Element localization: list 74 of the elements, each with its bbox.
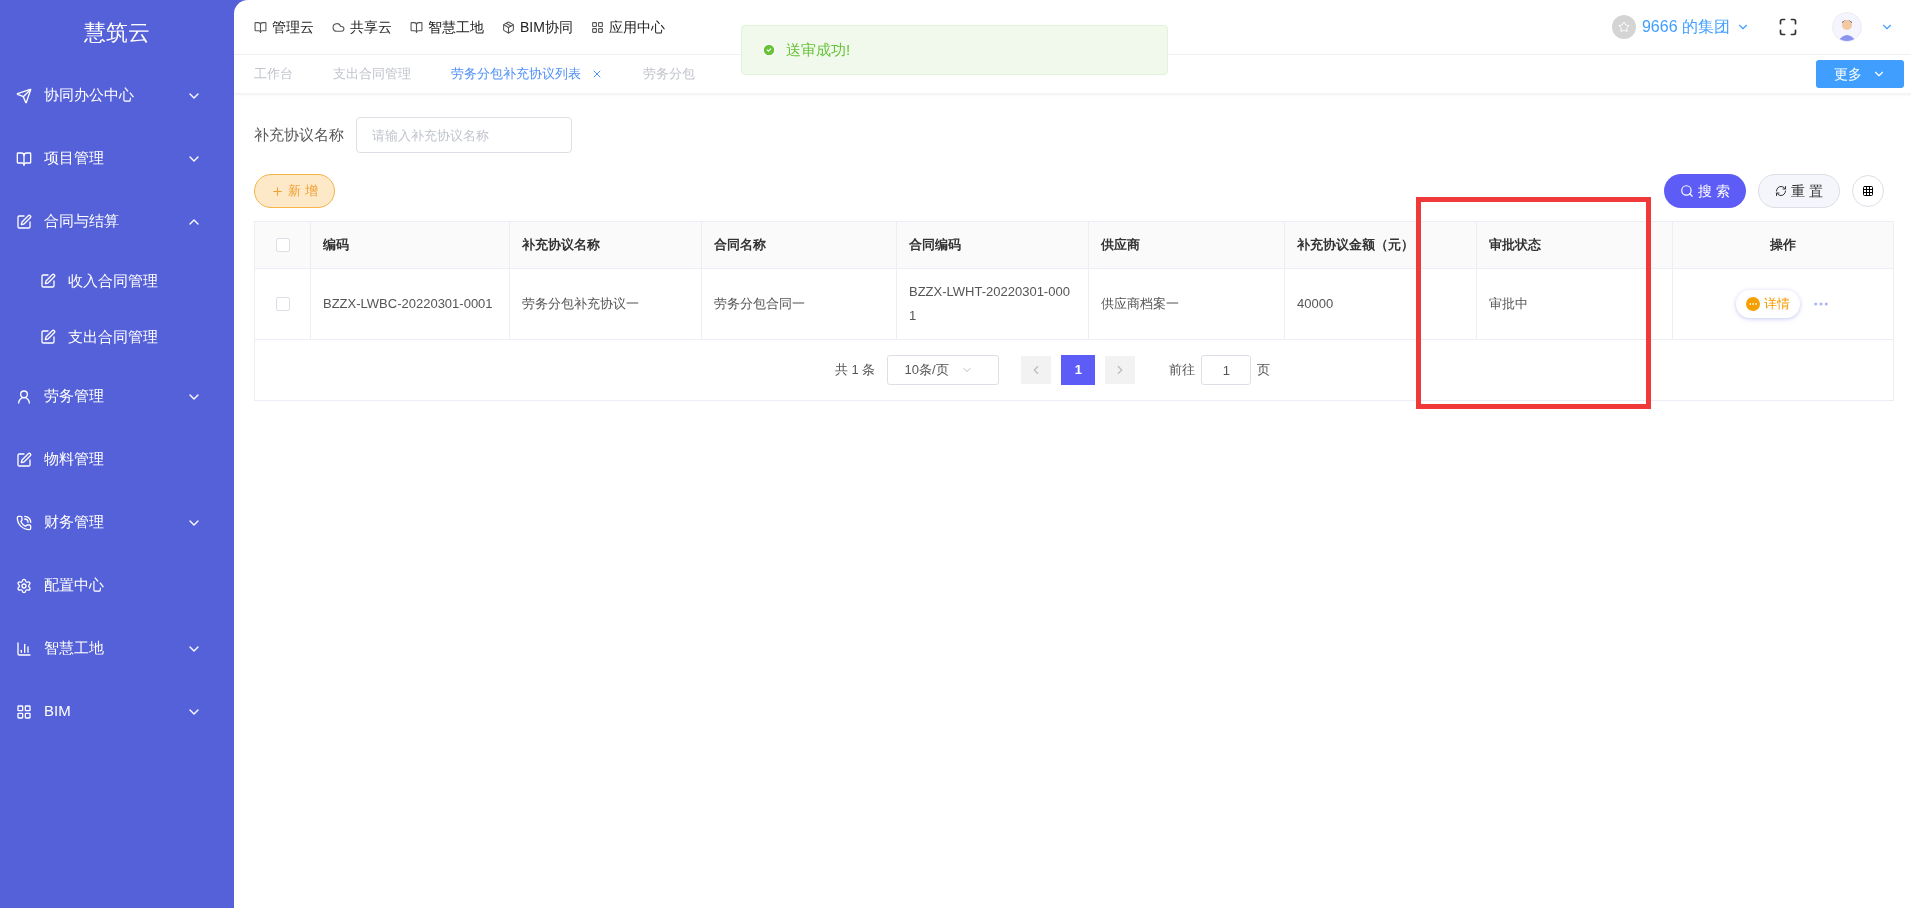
goto-suffix: 页 xyxy=(1257,361,1271,380)
column-header: 编码 xyxy=(323,236,349,255)
sidebar-item[interactable]: 物料管理 xyxy=(0,428,234,491)
reset-button[interactable]: 重 置 xyxy=(1758,174,1840,208)
sidebar-item[interactable]: 智慧工地 xyxy=(0,617,234,680)
bar-chart-icon xyxy=(16,640,32,657)
search-button[interactable]: 搜 索 xyxy=(1664,174,1747,208)
edit-icon xyxy=(40,273,56,289)
book-icon xyxy=(16,150,32,167)
org-avatar-icon xyxy=(1611,15,1636,39)
column-header: 供应商 xyxy=(1101,236,1140,255)
more-dots-icon xyxy=(1746,297,1760,311)
org-selector[interactable]: 9666 的集团 xyxy=(1641,15,1730,39)
book-icon xyxy=(254,20,267,34)
sidebar-item[interactable]: 协同办公中心 xyxy=(0,64,234,127)
select-all-checkbox[interactable] xyxy=(275,238,290,252)
search-icon xyxy=(1680,184,1695,198)
top-nav-link[interactable]: 管理云 xyxy=(254,16,314,38)
book-icon xyxy=(410,20,423,34)
avatar-icon[interactable] xyxy=(1832,12,1862,42)
column-header: 补充协议名称 xyxy=(522,236,600,255)
top-nav-link[interactable]: 应用中心 xyxy=(590,16,665,38)
row-checkbox[interactable] xyxy=(275,297,290,311)
table-cell-text: 劳务分包补充协议一 xyxy=(522,295,639,313)
filter-label: 补充协议名称 xyxy=(254,124,344,145)
plus-icon xyxy=(271,184,284,198)
top-nav-link[interactable]: BIM协同 xyxy=(502,16,573,38)
fullscreen-icon[interactable] xyxy=(1778,17,1798,37)
sidebar-item[interactable]: 劳务管理 xyxy=(0,365,234,428)
refresh-icon xyxy=(1775,185,1788,197)
page-size-select[interactable]: 10条/页 xyxy=(887,355,1000,385)
column-header: 补充协议金额（元） xyxy=(1297,236,1414,255)
settings-icon xyxy=(16,577,32,594)
goto-label: 前往 xyxy=(1169,361,1196,380)
table-cell-text: 劳务分包合同一 xyxy=(714,295,805,313)
sidebar-item[interactable]: 合同与结算 xyxy=(0,190,234,253)
column-header: 审批状态 xyxy=(1489,236,1541,255)
phone-icon xyxy=(16,514,32,531)
toast-message: 送审成功! xyxy=(786,39,851,60)
user-icon xyxy=(16,388,32,405)
sidebar-item[interactable]: 财务管理 xyxy=(0,491,234,554)
edit-icon xyxy=(16,451,32,468)
package-icon xyxy=(502,20,515,34)
table-cell-text: 审批中 xyxy=(1489,295,1528,313)
column-header: 操作 xyxy=(1770,236,1796,255)
edit-icon xyxy=(40,329,56,345)
grid-icon xyxy=(1862,185,1874,197)
column-header: 合同编码 xyxy=(909,236,961,255)
sidebar-item[interactable]: 配置中心 xyxy=(0,554,234,617)
more-button[interactable]: 更多 xyxy=(1816,60,1904,88)
page-tab[interactable]: 劳务分包补充协议列表 xyxy=(451,64,603,84)
send-icon xyxy=(16,87,32,104)
total-count: 共 1 条 xyxy=(835,361,876,380)
top-nav-link[interactable]: 智慧工地 xyxy=(410,16,484,38)
grid-icon xyxy=(16,703,32,720)
sidebar-subitem[interactable]: 支出合同管理 xyxy=(0,309,234,365)
edit-icon xyxy=(16,213,32,230)
sidebar-item[interactable]: 项目管理 xyxy=(0,127,234,190)
table-cell-text: 供应商档案一 xyxy=(1101,295,1179,313)
app-title: 慧筑云 xyxy=(83,18,151,47)
table-cell-text: BZZX-LWBC-20220301-0001 xyxy=(323,295,493,313)
success-icon xyxy=(762,43,776,57)
page-number-field[interactable]: 1 xyxy=(1201,355,1252,385)
sidebar-subitem[interactable]: 收入合同管理 xyxy=(0,253,234,309)
grid-icon xyxy=(590,20,604,34)
table-cell-text: BZZX-LWHT-20220301-0001 xyxy=(909,283,1071,325)
top-nav-link[interactable]: 共享云 xyxy=(332,16,392,38)
close-icon[interactable] xyxy=(591,68,603,80)
cloud-icon xyxy=(332,20,345,34)
page-button[interactable]: 1 xyxy=(1061,355,1096,385)
agreement-name-field[interactable]: 请输入补充协议名称 xyxy=(356,117,572,153)
sidebar-item[interactable]: BIM xyxy=(0,680,234,743)
table-cell-text: 40000 xyxy=(1297,295,1334,313)
column-header: 合同名称 xyxy=(714,236,766,255)
